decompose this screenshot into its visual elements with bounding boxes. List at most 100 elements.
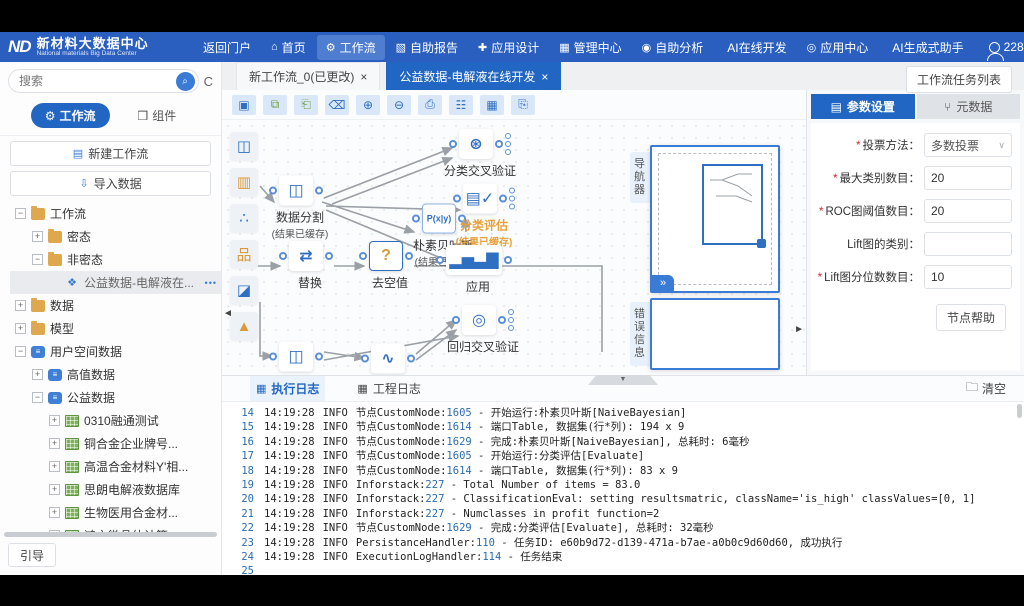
toolbar-button-export-report[interactable]: ⎘ — [511, 95, 535, 115]
input-port[interactable] — [449, 140, 457, 148]
navigator-tab[interactable]: 导航器 — [630, 152, 650, 203]
tree-toggle-icon[interactable]: − — [32, 392, 43, 403]
tree-item[interactable]: − 工作流 — [10, 202, 221, 225]
node-icon[interactable]: ◫ — [279, 176, 313, 206]
input-port[interactable] — [361, 355, 369, 363]
palette-node-icon[interactable]: ▲ — [230, 312, 258, 340]
minimap[interactable] — [658, 153, 772, 285]
tree-item[interactable]: ❖ 公益数据-电解液在... ••• — [10, 271, 221, 294]
output-port[interactable] — [504, 256, 512, 264]
nav-item[interactable]: ◎ 应用中心 — [798, 35, 878, 60]
error-info-tab[interactable]: 错误信息 — [630, 302, 650, 366]
log-scrollbar[interactable] — [1017, 404, 1022, 418]
workflow-node[interactable]: ◫ 数据分割 (结果已缓存) — [245, 176, 355, 241]
node-icon[interactable]: ◫ — [279, 342, 313, 372]
tree-toggle-icon[interactable]: + — [15, 323, 26, 334]
output-port[interactable] — [405, 252, 413, 260]
tree-item[interactable]: + 高温合金材料Y'相... — [10, 455, 221, 478]
output-port[interactable] — [407, 355, 415, 363]
nav-item[interactable]: ✚ 应用设计 — [469, 35, 548, 60]
tree-item[interactable]: − ≡ 用户空间数据 — [10, 340, 221, 363]
field-input-text[interactable] — [931, 237, 1005, 251]
node-help-button[interactable]: 节点帮助 — [936, 304, 1006, 331]
tree-toggle-icon[interactable]: + — [49, 507, 60, 518]
node-icon[interactable]: ▤✓ — [463, 184, 498, 214]
tree-item[interactable]: + 鸿之微晶体计算... — [10, 524, 221, 532]
palette-node-icon[interactable]: ◫ — [230, 132, 258, 160]
import-data-button[interactable]: ⇩ 导入数据 — [10, 171, 211, 196]
nav-item[interactable]: ▧ 自助报告 — [387, 35, 467, 60]
log-tab[interactable]: ▦ 工程日志 — [351, 376, 426, 401]
input-port[interactable] — [269, 353, 277, 361]
node-icon[interactable]: ⊛ — [459, 129, 493, 159]
workflow-node[interactable]: ? 去空值 — [335, 241, 445, 291]
tree-toggle-icon[interactable]: + — [32, 231, 43, 242]
nav-item[interactable]: ⚙ 工作流 — [317, 35, 385, 60]
minimap-resize-handle[interactable] — [757, 239, 766, 248]
nav-item[interactable]: AI在线开发 — [714, 35, 795, 60]
close-icon[interactable]: × — [541, 70, 548, 84]
log-tab[interactable]: ▦ 执行日志 — [250, 376, 325, 401]
search-input[interactable] — [19, 74, 176, 88]
toolbar-button-delete[interactable]: ⌫ — [325, 95, 349, 115]
sidebar-tab[interactable]: ❒ 组件 — [124, 103, 191, 128]
collapse-sidebar-icon[interactable]: ◄ — [223, 308, 233, 319]
tree-toggle-icon[interactable]: + — [49, 438, 60, 449]
tree-item[interactable]: − 非密态 — [10, 248, 221, 271]
nav-item[interactable]: ◉ 自助分析 — [633, 35, 713, 60]
workflow-node[interactable]: ▤✓ 分类评估 (结果已缓存) — [429, 184, 539, 249]
field-input-text[interactable] — [931, 204, 1005, 218]
node-icon[interactable]: ▂▅▃▇ — [446, 245, 501, 275]
output-port[interactable] — [315, 353, 323, 361]
workflow-node[interactable]: ⊛ 分类交叉验证 — [425, 129, 535, 179]
tree-toggle-icon[interactable]: − — [32, 254, 43, 265]
clear-log-button[interactable]: 🗀 清空 — [966, 378, 1006, 399]
node-icon[interactable]: ∿ — [371, 344, 405, 374]
workflow-canvas[interactable]: ◫ ▥ ∴ — [222, 120, 806, 375]
collapse-panel-icon[interactable]: ► — [794, 324, 804, 335]
field-input-text[interactable] — [931, 270, 1005, 284]
workflow-node[interactable]: ∿ — [337, 344, 447, 376]
output-port[interactable] — [495, 140, 503, 148]
field-input[interactable] — [924, 232, 1012, 256]
nav-item[interactable]: ▦ 管理中心 — [550, 35, 630, 60]
search-icon[interactable]: ⌕ — [176, 72, 195, 91]
tree-toggle-icon[interactable]: + — [49, 484, 60, 495]
tree-toggle-icon[interactable]: − — [15, 208, 26, 219]
tree-item[interactable]: + ≡ 高值数据 — [10, 363, 221, 386]
tree-item[interactable]: + 思朗电解液数据库 — [10, 478, 221, 501]
tree-item[interactable]: + 密态 — [10, 225, 221, 248]
workflow-tab[interactable]: 新工作流_0(已更改) × — [236, 62, 380, 90]
more-actions-icon[interactable]: ••• — [205, 278, 217, 288]
navigator-expand-button[interactable]: » — [652, 275, 674, 291]
node-icon[interactable]: ? — [369, 241, 403, 271]
nav-item[interactable]: AI生成式助手 — [879, 35, 972, 60]
tree-item[interactable]: + 模型 — [10, 317, 221, 340]
toolbar-button-auto-layout[interactable]: ☷ — [449, 95, 473, 115]
nav-item[interactable]: 返回门户 — [190, 35, 260, 60]
toolbar-button-zoom-in[interactable]: ⊕ — [356, 95, 380, 115]
toolbar-button-print[interactable]: ⎙ — [418, 95, 442, 115]
task-list-button[interactable]: 工作流任务列表 — [906, 66, 1012, 93]
field-input-text[interactable] — [931, 171, 1005, 185]
field-select[interactable]: 多数投票 ∨ — [924, 133, 1012, 157]
params-tab[interactable]: ▤ 参数设置 — [811, 94, 915, 119]
field-input[interactable] — [924, 265, 1012, 289]
log-collapse-handle[interactable]: ▼ — [588, 375, 658, 385]
workflow-tab[interactable]: 公益数据-电解液在线开发 × — [386, 62, 561, 90]
input-port[interactable] — [452, 316, 460, 324]
guide-button[interactable]: 引导 — [8, 543, 56, 567]
params-tab[interactable]: ⑂ 元数据 — [917, 94, 1021, 119]
input-port[interactable] — [412, 215, 420, 223]
tree-item[interactable]: − ≡ 公益数据 — [10, 386, 221, 409]
tree-toggle-icon[interactable]: + — [49, 415, 60, 426]
field-input[interactable] — [924, 199, 1012, 223]
sidebar-tab[interactable]: ⚙ 工作流 — [31, 103, 110, 128]
refresh-icon[interactable]: C — [204, 74, 213, 89]
tree-toggle-icon[interactable]: + — [32, 369, 43, 380]
close-icon[interactable]: × — [360, 70, 367, 84]
node-icon[interactable]: ⇄ — [289, 241, 323, 271]
tree-item[interactable]: + 铜合金企业牌号... — [10, 432, 221, 455]
output-port[interactable] — [315, 187, 323, 195]
tree-item[interactable]: + 0310融通测试 — [10, 409, 221, 432]
